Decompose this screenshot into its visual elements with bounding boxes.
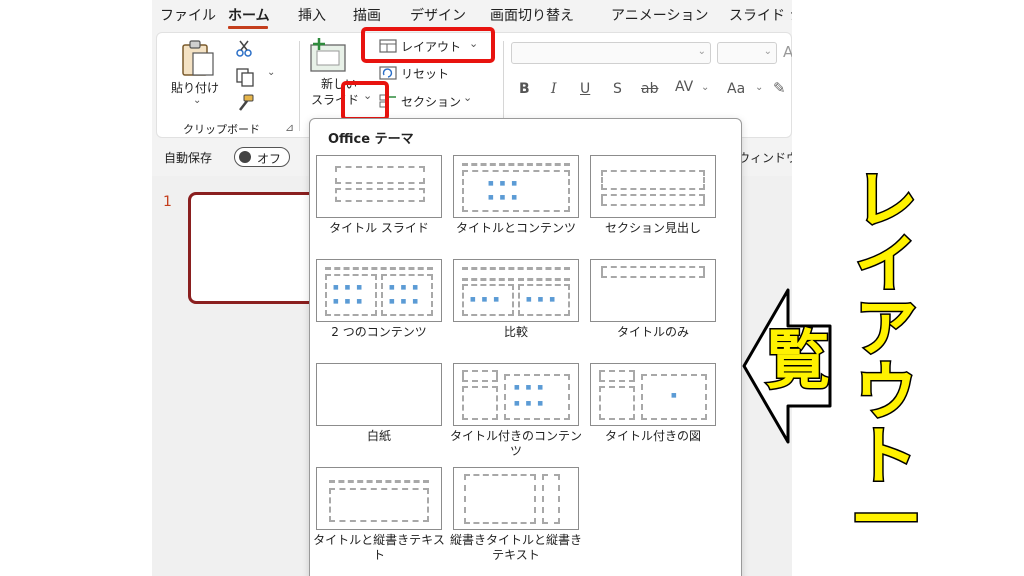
tab-file[interactable]: ファイル: [160, 5, 216, 25]
grow-font-icon[interactable]: A: [783, 43, 792, 61]
strikethrough-button[interactable]: ab: [641, 81, 658, 97]
clipboard-paste-icon[interactable]: [179, 39, 215, 77]
tab-insert[interactable]: 挿入: [298, 5, 326, 25]
font-size-combo[interactable]: ⌄: [717, 42, 777, 64]
paste-chevron-icon[interactable]: ⌄: [193, 95, 201, 106]
layout-name: タイトル スライド: [329, 221, 429, 235]
tab-home[interactable]: ホーム: [228, 5, 270, 25]
annotation-title: レイアウト一覧: [754, 165, 919, 552]
active-tab-indicator: [228, 26, 268, 29]
layout-preview: ■: [590, 363, 716, 426]
toggle-knob: [239, 151, 251, 163]
italic-button[interactable]: I: [551, 81, 557, 97]
layout-name: タイトルのみ: [616, 325, 689, 339]
new-slide-dropdown-highlight-box: [341, 81, 389, 121]
tab-animations[interactable]: アニメーション: [611, 5, 708, 25]
group-divider: [299, 41, 300, 131]
gallery-header: Office テーマ: [328, 132, 414, 147]
layout-preview: [453, 467, 579, 530]
powerpoint-window: ファイル ホーム 挿入 描画 デザイン 画面切り替え アニメーション スライド …: [152, 0, 792, 576]
underline-button[interactable]: U: [580, 81, 590, 97]
layout-preview: ■■■ ■■■: [453, 155, 579, 218]
autosave-toggle[interactable]: オフ: [234, 147, 290, 167]
tab-transitions[interactable]: 画面切り替え: [490, 5, 574, 25]
layout-name: 比較: [503, 325, 528, 339]
font-name-combo[interactable]: ⌄: [511, 42, 711, 64]
format-painter-icon[interactable]: [235, 93, 255, 113]
highlight-pen-icon[interactable]: ✎: [773, 79, 786, 97]
tab-design[interactable]: デザイン: [410, 5, 466, 25]
layout-preview: [316, 363, 442, 426]
layout-preview: [590, 259, 716, 322]
chevron-down-icon[interactable]: ⌄: [755, 82, 763, 93]
bold-button[interactable]: B: [519, 81, 530, 97]
layout-preview: [316, 155, 442, 218]
chevron-down-icon: ⌄: [763, 46, 772, 57]
layout-name: 縦書きタイトルと縦書きテキスト: [449, 533, 582, 562]
layout-preview: [590, 155, 716, 218]
chevron-down-icon[interactable]: ⌄: [701, 82, 709, 93]
layout-preview: ■■■ ■■■: [453, 259, 579, 322]
layout-name: セクション見出し: [604, 221, 701, 235]
text-shadow-button[interactable]: S: [613, 81, 622, 97]
reset-button-label[interactable]: リセット: [401, 65, 449, 82]
character-spacing-button[interactable]: AV: [675, 79, 693, 95]
ribbon-tab-bar: ファイル ホーム 挿入 描画 デザイン 画面切り替え アニメーション スライド …: [152, 0, 792, 30]
chevron-down-icon: ⌄: [697, 46, 706, 57]
copy-chevron-icon[interactable]: ⌄: [267, 67, 275, 78]
paste-label[interactable]: 貼り付け: [171, 79, 219, 96]
layout-name: タイトルと縦書きテキスト: [313, 533, 445, 562]
reset-icon[interactable]: [379, 66, 397, 80]
copy-icon[interactable]: [235, 67, 255, 87]
change-case-button[interactable]: Aa: [727, 81, 745, 97]
section-button-label[interactable]: セクション: [401, 93, 461, 110]
autosave-state: オフ: [257, 152, 282, 166]
section-chevron-icon[interactable]: ⌄: [463, 91, 472, 104]
dialog-launcher-icon[interactable]: ⊿: [285, 121, 294, 134]
new-slide-icon[interactable]: [309, 37, 349, 73]
layout-name: タイトル付きの図: [604, 429, 701, 443]
layout-preview: ■■■ ■■■ ■■■ ■■■: [316, 259, 442, 322]
layout-name: タイトル付きのコンテンツ: [449, 429, 582, 458]
layout-name: タイトルとコンテンツ: [455, 221, 576, 235]
layout-preview: ■■■ ■■■: [453, 363, 579, 426]
slide-number: 1: [163, 194, 172, 210]
window-label[interactable]: ウィンドウ: [738, 149, 792, 166]
layout-name: 2 つのコンテンツ: [331, 325, 427, 339]
layout-highlight-box: [361, 27, 495, 63]
tab-slideshow[interactable]: スライド シ: [729, 5, 792, 25]
layout-gallery-dropdown: Office テーマ タイトル スライド ■■■ ■■■ タイトルとコンテンツ: [309, 118, 742, 576]
autosave-label: 自動保存: [164, 151, 213, 165]
layout-preview: [316, 467, 442, 530]
tab-draw[interactable]: 描画: [353, 5, 381, 25]
slide-thumbnail-1[interactable]: [188, 192, 318, 304]
layout-name: 白紙: [366, 429, 391, 443]
clipboard-group-label: クリップボード: [183, 123, 260, 136]
cut-icon[interactable]: [235, 39, 253, 57]
